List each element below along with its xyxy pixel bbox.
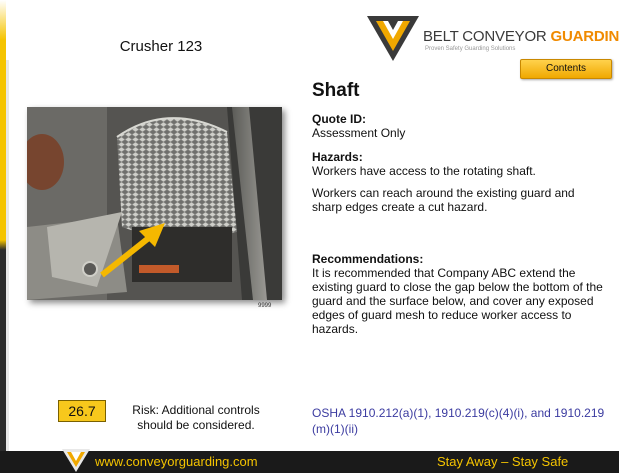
equipment-name: Crusher 123 <box>119 38 203 55</box>
brand-name: BELT CONVEYOR GUARDING <box>423 28 619 45</box>
left-accent-bar <box>0 0 9 473</box>
brand-tagline: Proven Safety Guarding Solutions <box>425 46 516 52</box>
footer-website-link[interactable]: www.conveyorguarding.com <box>95 454 258 469</box>
recommendation-text: It is recommended that Company ABC exten… <box>312 266 603 336</box>
brand-name-part2: GUARDING <box>550 28 619 45</box>
hazard-photo <box>27 107 282 300</box>
hazard-item: Workers have access to the rotating shaf… <box>312 164 536 178</box>
photo-id-label: 9999 <box>258 303 272 309</box>
risk-text: Risk: Additional controls should be cons… <box>132 403 260 432</box>
quote-id-value: Assessment Only <box>312 126 406 140</box>
page-title: Shaft <box>312 80 360 101</box>
quote-id-label: Quote ID: <box>312 112 366 126</box>
assessment-details: Shaft Quote ID: Assessment Only Hazards:… <box>312 80 604 336</box>
hazards-label: Hazards: <box>312 150 363 164</box>
contents-button[interactable]: Contents <box>520 59 612 79</box>
hazard-item: Workers can reach around the existing gu… <box>312 186 575 214</box>
logo-v-icon <box>367 16 419 61</box>
company-logo: BELT CONVEYOR GUARDING Proven Safety Gua… <box>367 9 619 64</box>
osha-references: OSHA 1910.212(a)(1), 1910.219(c)(4)(i), … <box>312 406 605 436</box>
recommendations-label: Recommendations: <box>312 252 424 266</box>
footer-slogan: Stay Away – Stay Safe <box>437 454 569 469</box>
footer-logo-icon <box>62 449 90 472</box>
risk-score-badge: 26.7 <box>58 400 106 422</box>
hazard-photo-illustration <box>27 107 282 300</box>
brand-name-part1: BELT CONVEYOR <box>423 28 551 45</box>
